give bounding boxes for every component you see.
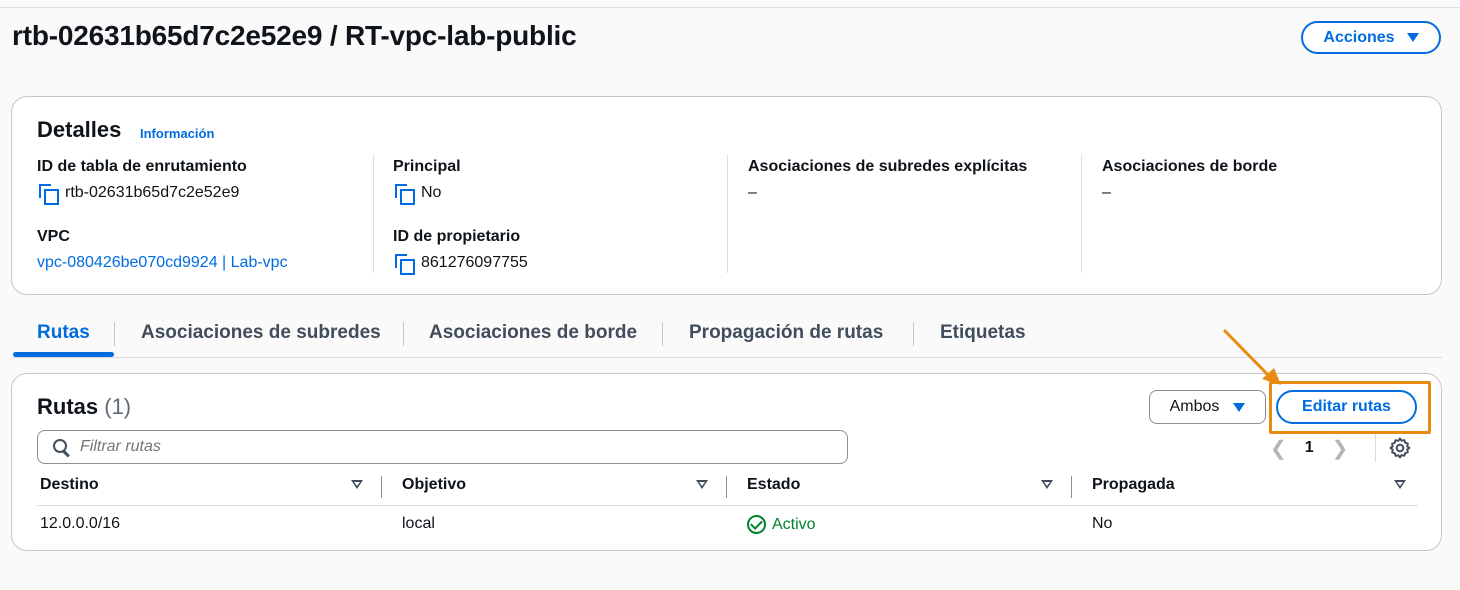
column-header-propagated[interactable]: Propagada — [1092, 476, 1175, 494]
search-icon — [52, 438, 70, 456]
tab-separator — [662, 322, 663, 346]
sort-icon[interactable] — [351, 480, 363, 489]
route-table-id-text: rtb-02631b65d7c2e52e9 — [65, 184, 240, 201]
column-header-status[interactable]: Estado — [747, 476, 800, 494]
check-circle-icon — [747, 515, 766, 534]
details-column-3: Asociaciones de subredes explícitas – — [748, 155, 1088, 205]
copy-icon[interactable] — [37, 183, 59, 205]
sort-icon[interactable] — [1041, 480, 1053, 489]
status-text: Activo — [772, 515, 816, 533]
annotation-arrow — [1223, 329, 1281, 385]
top-border — [0, 7, 1460, 8]
tab-route-propagation[interactable]: Propagación de rutas — [689, 322, 883, 344]
pagination-separator — [1375, 434, 1376, 462]
cell-target: local — [402, 515, 435, 532]
details-panel: Detalles Información ID de tabla de enru… — [11, 96, 1442, 295]
actions-label: Acciones — [1323, 28, 1395, 46]
page-number[interactable]: 1 — [1305, 439, 1314, 457]
main-value: No — [393, 181, 733, 205]
column-resizer[interactable] — [1071, 476, 1072, 498]
column-divider — [373, 155, 374, 273]
column-resizer[interactable] — [726, 476, 727, 498]
cell-propagated: No — [1092, 515, 1113, 532]
pagination: ❮ 1 ❯ — [1270, 434, 1348, 462]
vpc-label: VPC — [37, 228, 70, 245]
owner-id-label: ID de propietario — [393, 228, 521, 245]
subnet-associations-label: Asociaciones de subredes explícitas — [748, 158, 1028, 175]
tab-subnet-associations[interactable]: Asociaciones de subredes — [141, 322, 381, 344]
subnet-associations-value: – — [748, 184, 757, 201]
tab-routes[interactable]: Rutas — [37, 322, 90, 344]
routes-count: (1) — [104, 394, 132, 419]
active-tab-indicator — [13, 352, 114, 357]
column-header-target[interactable]: Objetivo — [402, 476, 466, 494]
filter-routes-search[interactable] — [37, 430, 848, 464]
table-header-divider — [37, 505, 1418, 506]
gear-icon[interactable] — [1388, 436, 1412, 460]
owner-id-text: 861276097755 — [421, 254, 528, 271]
chevron-left-icon[interactable]: ❮ — [1270, 436, 1287, 461]
details-column-2: Principal No ID de propietario 861276097… — [393, 155, 733, 275]
routes-title: Rutas (1) — [37, 394, 131, 420]
copy-icon[interactable] — [393, 253, 415, 275]
column-divider — [727, 155, 728, 273]
sort-icon[interactable] — [696, 480, 708, 489]
owner-id-value: 861276097755 — [393, 251, 733, 275]
actions-button[interactable]: Acciones — [1301, 21, 1441, 54]
vpc-link[interactable]: vpc-080426be070cd9924 | Lab-vpc — [37, 251, 377, 275]
propagation-filter-select[interactable]: Ambos — [1149, 390, 1266, 424]
chevron-right-icon[interactable]: ❯ — [1332, 436, 1349, 461]
routes-panel: Rutas (1) Ambos Editar rutas ❮ 1 ❯ Desti… — [11, 373, 1442, 551]
tab-separator — [114, 322, 115, 346]
sort-icon[interactable] — [1394, 480, 1406, 489]
details-column-4: Asociaciones de borde – — [1102, 155, 1442, 205]
routes-title-text: Rutas — [37, 394, 99, 419]
main-text: No — [421, 184, 442, 201]
caret-down-icon — [1406, 33, 1419, 42]
edit-routes-button[interactable]: Editar rutas — [1276, 390, 1417, 424]
column-header-destination[interactable]: Destino — [40, 476, 99, 494]
search-input[interactable] — [80, 438, 780, 456]
edge-associations-value: – — [1102, 184, 1111, 201]
main-label: Principal — [393, 158, 461, 175]
page-title: rtb-02631b65d7c2e52e9 / RT-vpc-lab-publi… — [12, 20, 577, 51]
cell-status: Activo — [747, 515, 816, 534]
edge-associations-label: Asociaciones de borde — [1102, 158, 1278, 175]
route-table-id-label: ID de tabla de enrutamiento — [37, 158, 247, 175]
cell-destination: 12.0.0.0/16 — [40, 515, 121, 532]
tab-edge-associations[interactable]: Asociaciones de borde — [429, 322, 637, 344]
details-title: Detalles — [37, 117, 122, 142]
details-column-1: ID de tabla de enrutamiento rtb-02631b65… — [37, 155, 377, 275]
tab-separator — [913, 322, 914, 346]
info-link[interactable]: Información — [140, 126, 214, 141]
caret-down-icon — [1233, 402, 1246, 412]
column-resizer[interactable] — [381, 476, 382, 498]
tab-tags[interactable]: Etiquetas — [940, 322, 1026, 344]
route-table-id-value: rtb-02631b65d7c2e52e9 — [37, 181, 377, 205]
tab-separator — [403, 322, 404, 346]
copy-icon[interactable] — [393, 183, 415, 205]
propagation-filter-value: Ambos — [1169, 398, 1220, 415]
column-divider — [1081, 155, 1082, 273]
